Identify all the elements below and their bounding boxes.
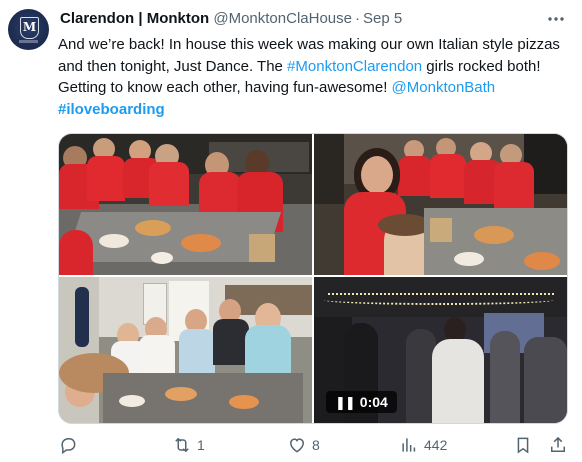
share-button[interactable] (548, 433, 568, 457)
views-button[interactable]: 442 (399, 433, 447, 457)
share-icon (551, 436, 565, 452)
photo-pizza-making-2[interactable] (314, 134, 567, 275)
like-count: 8 (312, 437, 320, 453)
avatar[interactable]: M (8, 9, 49, 50)
author-handle[interactable]: @MonktonClaHouse (213, 10, 352, 27)
more-options-button[interactable] (546, 9, 570, 29)
author-display-name[interactable]: Clarendon | Monkton (60, 10, 209, 27)
bookmark-button[interactable] (513, 433, 533, 457)
video-just-dance[interactable]: ❚❚ 0:04 (314, 277, 567, 423)
tweet-actions-bar: 1 8 442 (58, 433, 570, 457)
retweet-button[interactable]: 1 (172, 433, 205, 457)
like-button[interactable]: 8 (287, 433, 320, 457)
tweet-text: And we’re back! In house this week was m… (58, 34, 568, 120)
views-bar-chart-icon (402, 438, 416, 452)
avatar-caption-decoration (19, 40, 38, 43)
retweet-icon (175, 437, 189, 453)
reply-button[interactable] (58, 433, 83, 457)
photo-group-kitchen[interactable] (59, 277, 312, 423)
hashtag-monktonclarendon[interactable]: #MonktonClarendon (287, 58, 422, 75)
bookmark-icon (517, 437, 529, 454)
video-duration: 0:04 (359, 394, 388, 410)
views-count: 442 (424, 437, 448, 453)
pause-icon: ❚❚ (335, 395, 356, 410)
media-grid: ❚❚ 0:04 (58, 133, 568, 424)
more-horizontal-icon (548, 17, 564, 21)
reply-icon (61, 438, 76, 455)
heart-icon (289, 438, 305, 453)
video-duration-badge: ❚❚ 0:04 (326, 391, 397, 413)
tweet-header: Clarendon | Monkton @MonktonClaHouse · Sep… (60, 10, 402, 27)
hashtag-iloveboarding[interactable]: #iloveboarding (58, 101, 165, 118)
photo-pizza-making-1[interactable] (59, 134, 312, 275)
school-crest-icon: M (20, 17, 39, 39)
header-separator: · (355, 10, 360, 27)
mention-monktonbath[interactable]: @MonktonBath (392, 79, 496, 96)
tweet-date[interactable]: Sep 5 (363, 10, 402, 27)
retweet-count: 1 (197, 437, 205, 453)
